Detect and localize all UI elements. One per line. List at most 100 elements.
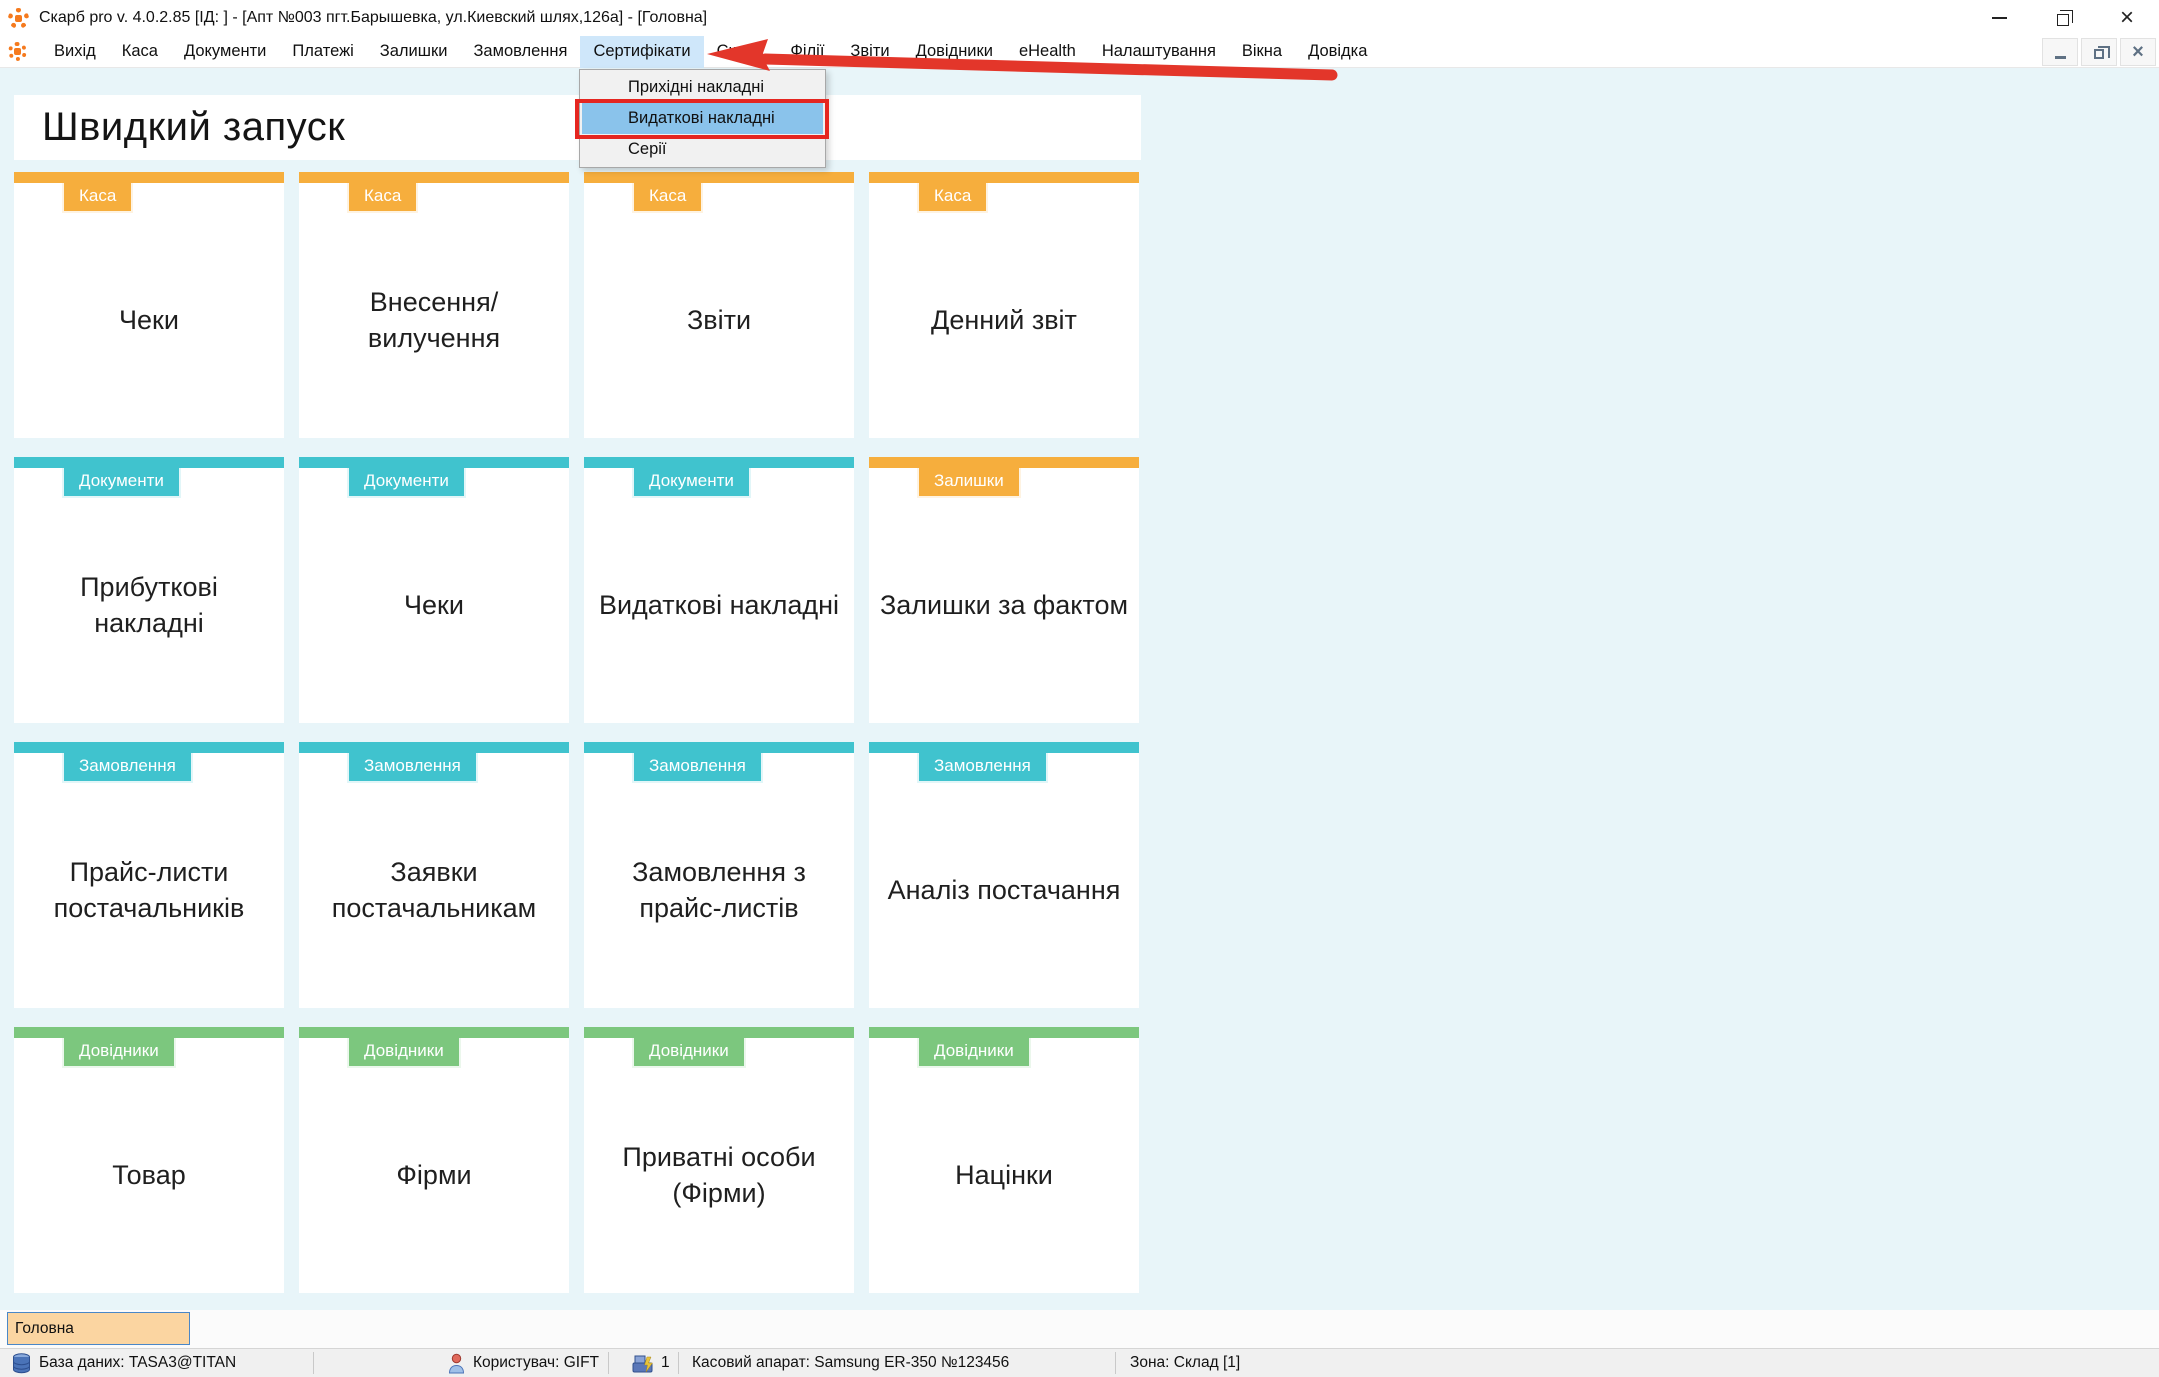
tile-label: Замовлення з прайс-листів [594,782,844,998]
database-icon [12,1353,31,1374]
tile-label: Товар [24,1067,274,1283]
minimize-icon [1992,17,2007,19]
menu-dokumenty[interactable]: Документи [171,36,279,68]
cash-register-icon [631,1354,654,1373]
tile-strip [14,742,284,753]
tile-category-badge: Замовлення [347,753,478,783]
tile-strip [584,1027,854,1038]
status-bar: База даних: TASA3@TITAN Користувач: GIFT… [0,1348,2159,1377]
tile-category-badge: Замовлення [632,753,763,783]
child-restore-button[interactable] [2081,38,2117,66]
tile-strip [869,1027,1139,1038]
app-logo-icon [8,8,29,29]
tile-pryvatni-osoby-firmy[interactable]: Довідники Приватні особи (Фірми) [584,1027,854,1293]
menu-dovidnyky[interactable]: Довідники [903,36,1006,68]
menu-vykhid[interactable]: Вихід [41,36,109,68]
tile-category-badge: Каса [917,183,988,213]
tile-zaiavky-postachalnykam[interactable]: Замовлення Заявки постачальникам [299,742,569,1008]
tab-golovna[interactable]: Головна [7,1312,190,1345]
menu-platezhi[interactable]: Платежі [279,36,366,68]
tile-vydatkovi-nakladni[interactable]: Документи Видаткові накладні [584,457,854,723]
tile-price-lysty-postachalnykiv[interactable]: Замовлення Прайс-листи постачальників [14,742,284,1008]
menu-bar: Вихід Каса Документи Платежі Залишки Зам… [0,36,2159,68]
tile-strip [584,172,854,183]
tile-label: Націнки [879,1067,1129,1283]
tile-zamovlennia-z-price-lystiv[interactable]: Замовлення Замовлення з прайс-листів [584,742,854,1008]
tile-strip [869,172,1139,183]
menu-zalyshky[interactable]: Залишки [367,36,461,68]
tile-strip [584,742,854,753]
tile-dennyi-zvit[interactable]: Каса Денний звіт [869,172,1139,438]
tile-category-badge: Документи [62,468,181,498]
tile-label: Заявки постачальникам [309,782,559,998]
tile-category-badge: Довідники [917,1038,1031,1068]
user-icon [448,1353,465,1374]
tile-analiz-postachannia[interactable]: Замовлення Аналіз постачання [869,742,1139,1008]
tile-category-badge: Каса [62,183,133,213]
status-separator [608,1352,609,1374]
window-minimize-button[interactable] [1967,0,2031,36]
menu-dovidka[interactable]: Довідка [1295,36,1380,68]
tile-category-badge: Документи [632,468,751,498]
restore-icon [2057,14,2069,26]
status-separator [313,1352,314,1374]
tile-zalyshky-za-faktom[interactable]: Залишки Залишки за фактом [869,457,1139,723]
dropdown-item-serii[interactable]: Серії [580,134,825,165]
tile-label: Фірми [309,1067,559,1283]
tile-strip [14,1027,284,1038]
menu-sklad[interactable]: Склад [704,36,778,68]
dropdown-item-prykhidni-nakladni[interactable]: Прихідні накладні [580,72,825,103]
tile-category-badge: Довідники [62,1038,176,1068]
tile-label: Внесення/вилучення [309,212,559,428]
tile-firmy[interactable]: Довідники Фірми [299,1027,569,1293]
tile-cheky-kasa[interactable]: Каса Чеки [14,172,284,438]
menu-zamovlennia[interactable]: Замовлення [460,36,580,68]
heading-band: Швидкий запуск [14,95,1141,160]
tile-label: Прайс-листи постачальників [24,782,274,998]
status-register: Касовий апарат: Samsung ER-350 №123456 [692,1349,1009,1377]
tile-label: Прибуткові накладні [24,497,274,713]
tile-strip [299,742,569,753]
restore-icon [2094,49,2104,59]
page-title: Швидкий запуск [14,105,345,150]
tile-cheky-dokumenty[interactable]: Документи Чеки [299,457,569,723]
child-minimize-button[interactable] [2042,38,2078,66]
tile-strip [299,172,569,183]
menu-nalashtuvannia[interactable]: Налаштування [1089,36,1229,68]
menu-ehealth[interactable]: eHealth [1006,36,1089,68]
tile-strip [584,457,854,468]
tile-strip [14,172,284,183]
tile-category-badge: Замовлення [62,753,193,783]
tile-label: Приватні особи (Фірми) [594,1067,844,1283]
window-close-button[interactable]: × [2095,0,2159,36]
tile-label: Денний звіт [879,212,1129,428]
tile-strip [14,457,284,468]
menu-vikna[interactable]: Вікна [1229,36,1295,68]
status-separator [1115,1352,1116,1374]
tile-category-badge: Залишки [917,468,1021,498]
menu-kasa[interactable]: Каса [109,36,171,68]
menu-zvity[interactable]: Звіти [837,36,902,68]
tile-category-badge: Замовлення [917,753,1048,783]
close-icon: × [2132,42,2144,62]
window-restore-button[interactable] [2031,0,2095,36]
tile-category-badge: Документи [347,468,466,498]
tile-category-badge: Довідники [632,1038,746,1068]
menu-filii[interactable]: Філії [777,36,837,68]
tile-tovar[interactable]: Довідники Товар [14,1027,284,1293]
dropdown-item-vydatkovi-nakladni[interactable]: Видаткові накладні [582,103,823,134]
tile-category-badge: Каса [347,183,418,213]
tile-prybutkovi-nakladni[interactable]: Документи Прибуткові накладні [14,457,284,723]
tile-label: Видаткові накладні [594,497,844,713]
tab-bar: Головна [0,1310,2159,1348]
tile-strip [299,457,569,468]
tile-category-badge: Каса [632,183,703,213]
tile-zvity-kasa[interactable]: Каса Звіти [584,172,854,438]
child-close-button[interactable]: × [2120,38,2156,66]
menu-sertyfikaty[interactable]: Сертифікати [580,36,703,68]
status-separator [678,1352,679,1374]
app-logo-icon-small [8,42,27,61]
tile-natsinky[interactable]: Довідники Націнки [869,1027,1139,1293]
main-content: Швидкий запуск Каса Чеки Каса Внесення/в… [0,68,2159,1310]
tile-vnesennia-vyluchennia[interactable]: Каса Внесення/вилучення [299,172,569,438]
